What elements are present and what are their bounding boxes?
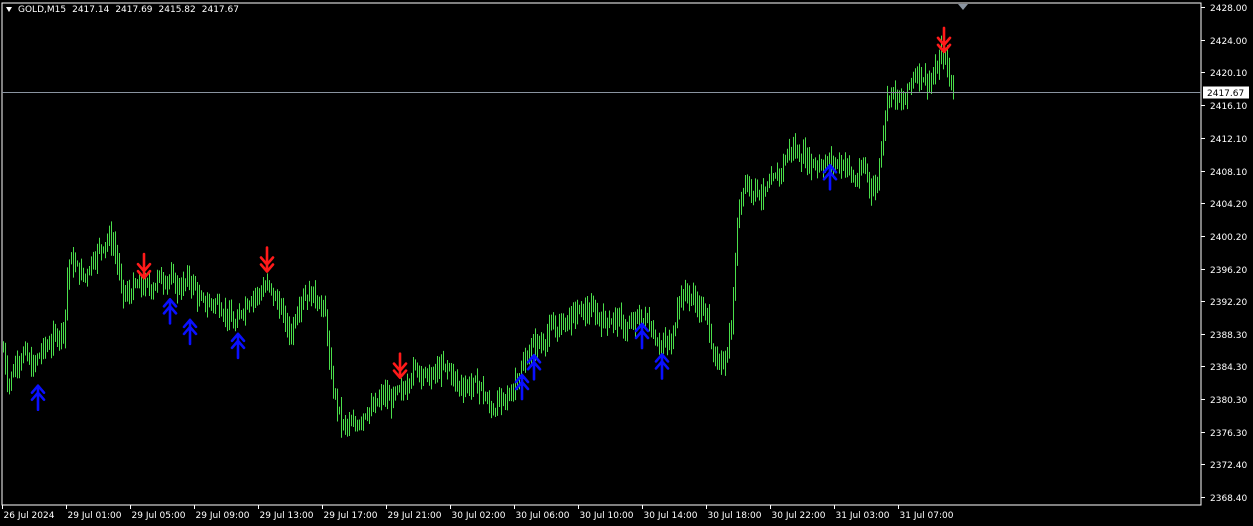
high-value: 2417.69 [115, 5, 153, 15]
up-signal-arrow-icon [162, 298, 178, 325]
up-signal-arrow-icon [654, 353, 670, 380]
x-tick-label: 29 Jul 21:00 [388, 511, 442, 521]
y-tick-label: 2420.10 [1210, 69, 1247, 79]
x-tick-label: 30 Jul 06:00 [516, 511, 570, 521]
up-signal-arrow-icon [526, 353, 542, 381]
x-tick-label: 30 Jul 10:00 [580, 511, 634, 521]
down-signal-arrow-icon [936, 26, 952, 54]
y-tick-label: 2368.40 [1210, 494, 1247, 504]
y-tick-label: 2392.20 [1210, 298, 1247, 308]
symbol-label: GOLD,M15 [18, 5, 67, 15]
low-value: 2415.82 [158, 5, 196, 15]
up-signal-arrow-icon [822, 163, 838, 191]
x-tick-label: 29 Jul 09:00 [196, 511, 250, 521]
down-signal-arrow-icon [392, 352, 408, 379]
down-signal-arrow-icon [259, 246, 275, 273]
y-tick-label: 2416.10 [1210, 102, 1247, 112]
x-tick-label: 29 Jul 17:00 [324, 511, 378, 521]
x-tick-label: 29 Jul 01:00 [68, 511, 122, 521]
x-tick-label: 31 Jul 07:00 [900, 511, 954, 521]
y-tick-label: 2408.10 [1210, 168, 1247, 178]
y-tick-label: 2376.30 [1210, 429, 1247, 439]
chart-svg[interactable]: 2428.00 2424.00 2420.10 2416.10 2412.10 2408.… [0, 0, 1253, 526]
up-signal-arrow-icon [182, 318, 198, 346]
chart-frame: 2428.00 2424.00 2420.10 2416.10 2412.10 2408.… [0, 0, 1253, 526]
up-signal-arrow-icon [230, 332, 246, 360]
y-tick-label: 2404.20 [1210, 200, 1247, 210]
open-value: 2417.14 [72, 5, 110, 15]
close-value: 2417.67 [201, 5, 239, 15]
x-tick-label: 30 Jul 22:00 [772, 511, 826, 521]
up-signal-arrow-icon [634, 322, 650, 350]
y-tick-label: 2384.30 [1210, 363, 1247, 373]
y-tick-label: 2428.00 [1210, 4, 1247, 14]
x-tick-label: 30 Jul 02:00 [452, 511, 506, 521]
y-tick-label: 2396.20 [1210, 266, 1247, 276]
y-tick-label: 2388.30 [1210, 331, 1247, 341]
y-tick-label: 2380.30 [1210, 396, 1247, 406]
up-signal-arrow-icon [514, 373, 530, 401]
y-tick-label: 2400.20 [1210, 233, 1247, 243]
x-tick-label: 29 Jul 05:00 [132, 511, 186, 521]
y-tick-label: 2412.10 [1210, 135, 1247, 145]
x-tick-label: 30 Jul 18:00 [708, 511, 762, 521]
y-tick-label: 2424.00 [1210, 37, 1247, 47]
plot-border [1, 2, 1202, 506]
x-tick-label: 31 Jul 03:00 [836, 511, 890, 521]
x-tick-label: 29 Jul 13:00 [260, 511, 314, 521]
collapse-triangle-icon[interactable] [6, 7, 12, 12]
x-tick-label: 30 Jul 14:00 [644, 511, 698, 521]
y-tick-label: 2372.40 [1210, 461, 1247, 471]
chart-shift-marker-icon[interactable] [958, 4, 968, 10]
x-tick-label: 26 Jul 2024 [4, 511, 55, 521]
current-price-label: 2417.67 [1207, 89, 1244, 99]
up-signal-arrow-icon [30, 384, 46, 412]
chart-header: GOLD,M15 2417.14 2417.69 2415.82 2417.67 [6, 5, 245, 15]
down-signal-arrow-icon [136, 252, 152, 280]
